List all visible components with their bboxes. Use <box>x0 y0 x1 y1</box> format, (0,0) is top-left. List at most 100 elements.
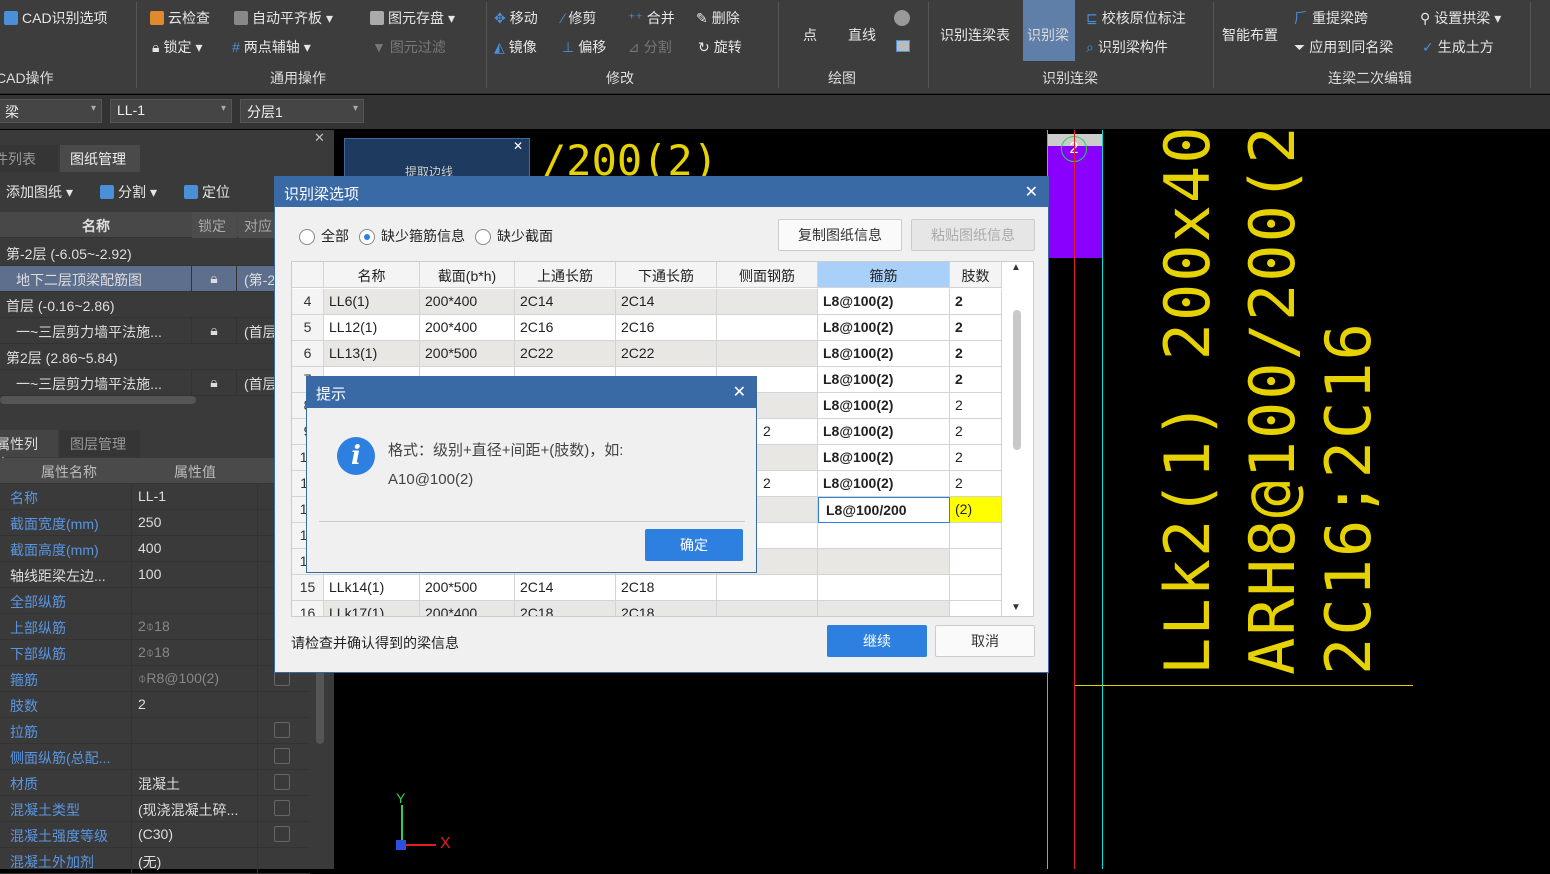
property-row[interactable]: 名称 LL-1 <box>0 484 310 510</box>
table-cell[interactable]: (2) <box>950 497 1002 523</box>
table-cell[interactable]: 2 <box>950 289 1002 315</box>
property-row[interactable]: 混凝土外加剂 (无) <box>0 848 310 874</box>
table-row[interactable]: 16 LLk17(1) 200*400 2C18 2C18 <box>292 601 1002 616</box>
rectangle-icon[interactable] <box>896 40 910 52</box>
table-cell[interactable]: LL6(1) <box>324 289 420 315</box>
property-row[interactable]: 全部纵筋 <box>0 588 310 614</box>
scroll-down-icon[interactable]: ▼ <box>1011 602 1021 613</box>
table-cell[interactable]: L8@100(2) <box>818 471 950 497</box>
table-cell[interactable]: L8@100/200 <box>818 497 950 523</box>
table-cell[interactable]: 15 <box>292 575 324 601</box>
property-row[interactable]: 截面宽度(mm) 250 <box>0 510 310 536</box>
property-value[interactable] <box>132 588 258 614</box>
type-dropdown[interactable]: 梁 <box>0 99 102 123</box>
property-value[interactable]: (C30) <box>132 822 258 848</box>
column-header[interactable]: 肢数 <box>950 262 1002 288</box>
table-cell[interactable]: 200*500 <box>420 341 515 367</box>
property-value[interactable]: 2⌽18 <box>132 614 258 640</box>
table-cell[interactable]: L8@100(2) <box>818 393 950 419</box>
table-cell[interactable] <box>818 549 950 575</box>
table-cell[interactable]: 2C18 <box>515 601 616 616</box>
table-cell[interactable]: 2 <box>950 471 1002 497</box>
locate-button[interactable]: 定位 <box>184 182 230 202</box>
table-cell[interactable] <box>818 601 950 616</box>
copy-drawing-info-button[interactable]: 复制图纸信息 <box>778 219 902 251</box>
trim-button[interactable]: ⁄ 修剪 <box>562 8 596 28</box>
column-header[interactable]: 侧面钢筋 <box>717 262 818 288</box>
property-value[interactable] <box>132 744 258 770</box>
property-row[interactable]: 混凝土强度等级 (C30) <box>0 822 310 848</box>
element-filter-button[interactable]: ▼ 图元过滤 <box>372 37 446 57</box>
property-row[interactable]: 混凝土类型 (现浇混凝土碎... <box>0 796 310 822</box>
property-value[interactable]: 2⌽18 <box>132 640 258 666</box>
table-cell[interactable] <box>950 549 1002 575</box>
offset-button[interactable]: ⊥ 偏移 <box>562 37 606 57</box>
table-cell[interactable]: 200*400 <box>420 315 515 341</box>
property-value[interactable]: 400 <box>132 536 258 562</box>
property-row[interactable]: 截面高度(mm) 400 <box>0 536 310 562</box>
close-icon[interactable]: ✕ <box>733 382 746 402</box>
table-cell[interactable]: LL13(1) <box>324 341 420 367</box>
table-cell[interactable]: LLk14(1) <box>324 575 420 601</box>
move-button[interactable]: ✥ 移动 <box>494 8 538 28</box>
table-cell[interactable]: 2 <box>950 419 1002 445</box>
property-value[interactable]: 混凝土 <box>132 770 258 796</box>
cancel-button[interactable]: 取消 <box>935 625 1035 657</box>
identify-beam-button[interactable]: 识别梁 <box>1023 0 1075 61</box>
table-cell[interactable] <box>717 575 818 601</box>
tab-drawing-management[interactable]: 图纸管理 <box>60 145 140 172</box>
column-header[interactable]: 箍筋 <box>818 262 950 288</box>
tab-layer-management[interactable]: 图层管理 <box>60 430 140 457</box>
table-cell[interactable]: 2C22 <box>515 341 616 367</box>
table-row[interactable]: 6 LL13(1) 200*500 2C22 2C22 L8@100(2) 2 <box>292 341 1002 367</box>
save-element-button[interactable]: 图元存盘 ▾ <box>370 8 455 28</box>
split-button[interactable]: ⊿ 分割 <box>628 37 672 57</box>
apply-same-name-button[interactable]: ⏷ 应用到同名梁 <box>1294 37 1393 57</box>
property-value[interactable]: 100 <box>132 562 258 588</box>
checkbox[interactable] <box>274 826 290 842</box>
property-value[interactable]: ⌽R8@100(2) <box>132 666 258 692</box>
column-header[interactable]: 截面(b*h) <box>420 262 515 288</box>
identify-beam-table-button[interactable]: 识别连梁表 <box>940 25 1010 45</box>
table-cell[interactable] <box>717 315 818 341</box>
lock-icon[interactable]: 🔒︎ <box>192 318 237 344</box>
tab-property-list[interactable]: 属性列表 <box>0 430 58 472</box>
table-cell[interactable]: 6 <box>292 341 324 367</box>
table-cell[interactable] <box>950 601 1002 616</box>
checkbox[interactable] <box>274 800 290 816</box>
table-cell[interactable] <box>950 523 1002 549</box>
column-header[interactable]: 名称 <box>324 262 420 288</box>
table-cell[interactable]: 2 <box>950 445 1002 471</box>
table-cell[interactable]: 2 <box>950 315 1002 341</box>
cad-options-button[interactable]: CAD识别选项 <box>4 8 108 28</box>
table-cell[interactable]: 2 <box>950 367 1002 393</box>
table-cell[interactable]: 4 <box>292 289 324 315</box>
table-cell[interactable]: LLk17(1) <box>324 601 420 616</box>
point-button[interactable]: 点 <box>803 25 817 45</box>
property-value[interactable]: (现浇混凝土碎... <box>132 796 258 822</box>
property-row[interactable]: 箍筋 ⌽R8@100(2) <box>0 666 310 692</box>
property-row[interactable]: 材质 混凝土 <box>0 770 310 796</box>
property-row[interactable]: 上部纵筋 2⌽18 <box>0 614 310 640</box>
property-row[interactable]: 下部纵筋 2⌽18 <box>0 640 310 666</box>
two-point-axis-button[interactable]: # 两点辅轴 ▾ <box>232 37 311 57</box>
merge-button[interactable]: ⁺⁺ 合并 <box>628 8 675 28</box>
column-header[interactable]: 上通长筋 <box>515 262 616 288</box>
mirror-button[interactable]: ◭ 镜像 <box>494 37 537 57</box>
re-extract-span-button[interactable]: ⺁重提梁跨 <box>1294 8 1368 28</box>
table-cell[interactable] <box>818 523 950 549</box>
generate-earthwork-button[interactable]: ✓ 生成土方 <box>1422 37 1494 57</box>
add-drawing-button[interactable]: 添加图纸 ▾ <box>6 182 73 202</box>
table-cell[interactable]: 2C16 <box>515 315 616 341</box>
table-cell[interactable]: 2C18 <box>616 575 717 601</box>
identify-beam-component-button[interactable]: ⌕ 识别梁构件 <box>1086 37 1168 57</box>
column-header[interactable]: 下通长筋 <box>616 262 717 288</box>
auto-align-button[interactable]: 自动平齐板 ▾ <box>234 8 333 28</box>
table-cell[interactable]: L8@100(2) <box>818 445 950 471</box>
column-header[interactable] <box>292 262 324 288</box>
ok-button[interactable]: 确定 <box>645 529 743 561</box>
scrollbar-track[interactable]: ▲ ▼ <box>1001 262 1033 616</box>
checkbox[interactable] <box>274 774 290 790</box>
property-value[interactable] <box>132 718 258 744</box>
table-cell[interactable]: 5 <box>292 315 324 341</box>
